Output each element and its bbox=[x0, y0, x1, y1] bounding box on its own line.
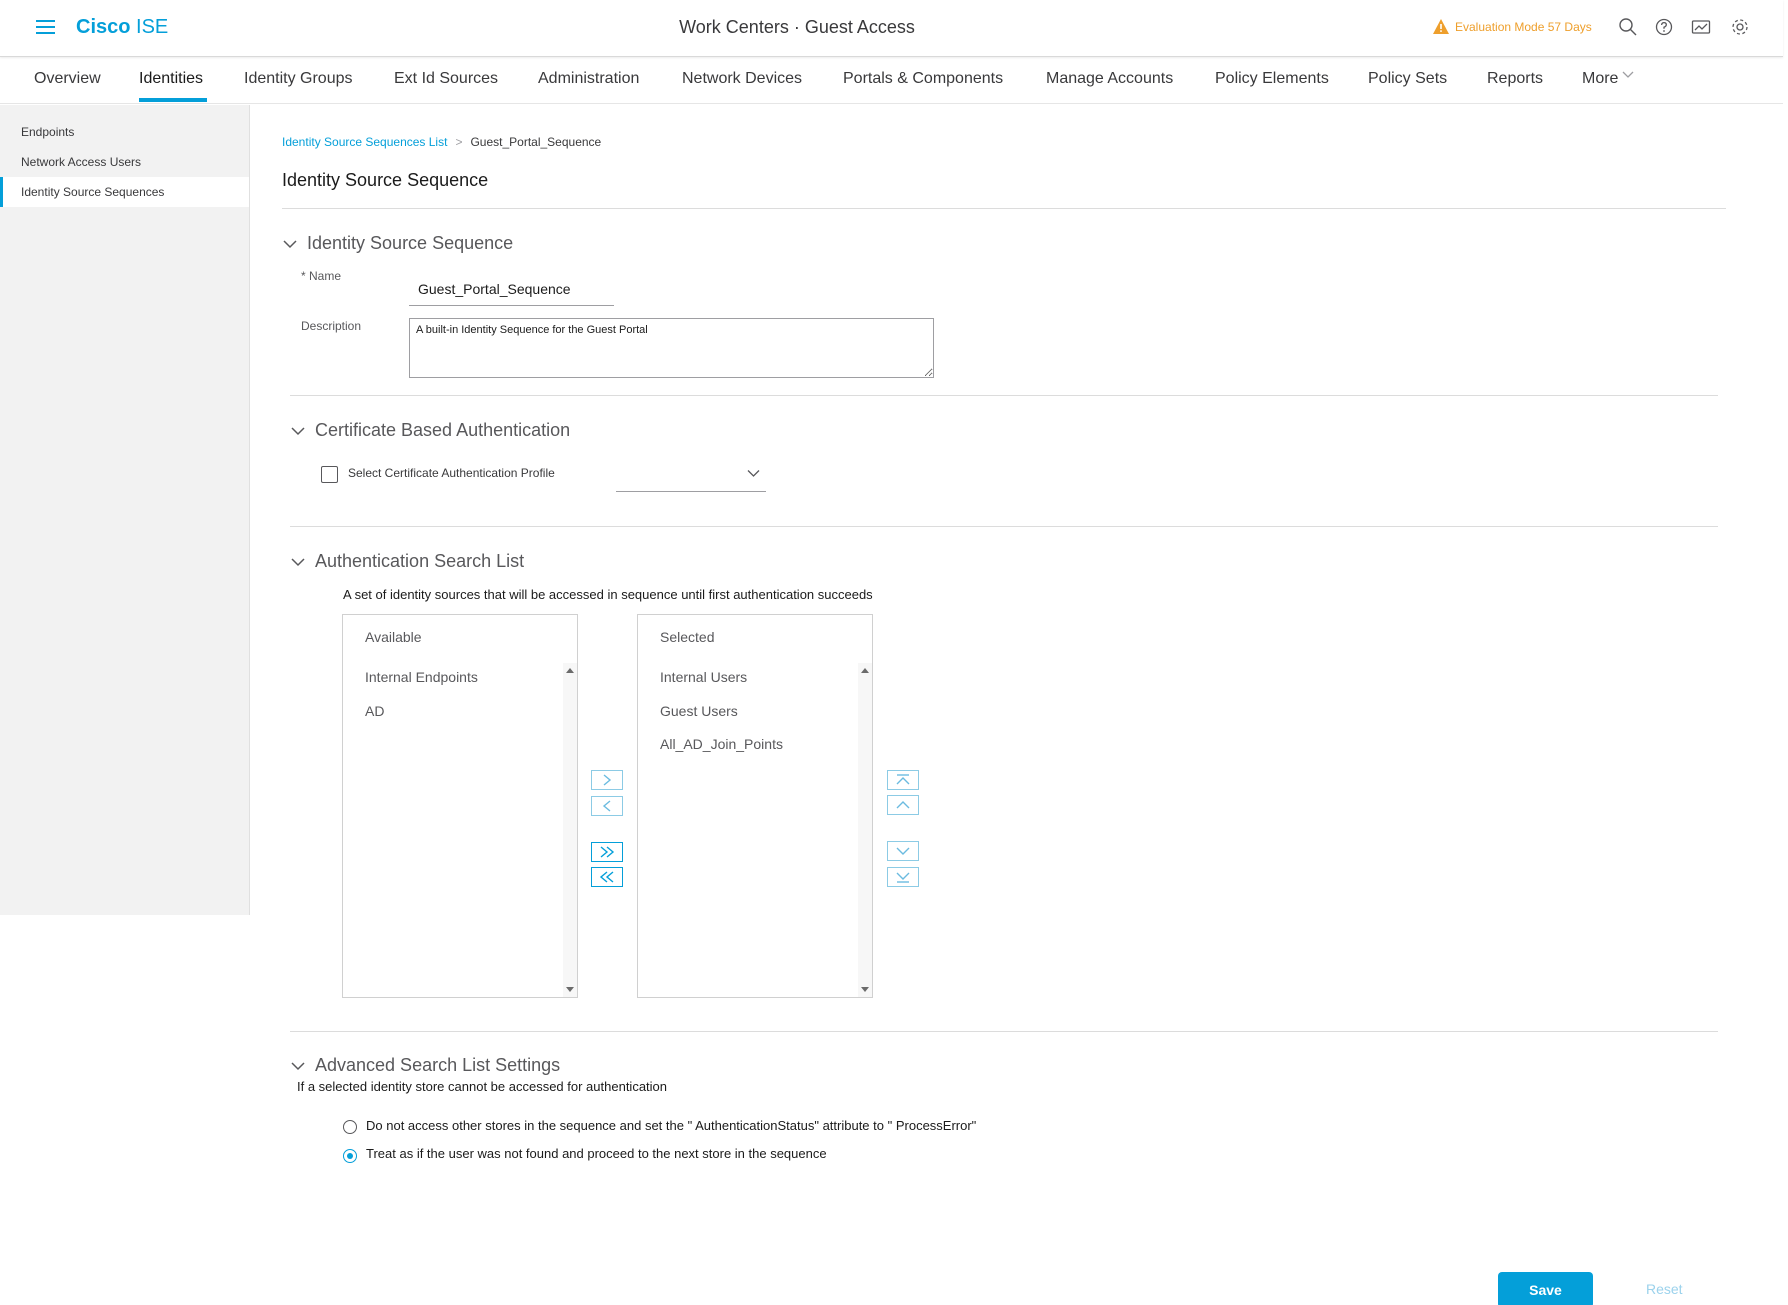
name-label: * Name bbox=[301, 269, 342, 283]
selected-list-title: Selected bbox=[660, 629, 715, 645]
chevron-up-icon bbox=[896, 801, 910, 809]
tab-overview[interactable]: Overview bbox=[34, 70, 101, 88]
header-title: Work Centers · Guest Access bbox=[679, 17, 915, 37]
active-tab-indicator bbox=[139, 98, 207, 102]
move-top-icon bbox=[896, 774, 910, 785]
tab-policy-elements[interactable]: Policy Elements bbox=[1215, 70, 1329, 88]
tab-network-devices[interactable]: Network Devices bbox=[682, 70, 802, 88]
chevron-down-icon[interactable] bbox=[1622, 70, 1634, 80]
chevron-down-icon bbox=[283, 239, 297, 248]
tab-portals-components[interactable]: Portals & Components bbox=[843, 70, 1003, 88]
breadcrumb-separator: > bbox=[455, 135, 463, 149]
cert-profile-select[interactable] bbox=[616, 459, 766, 492]
notifications-icon[interactable] bbox=[1691, 17, 1711, 37]
tab-administration[interactable]: Administration bbox=[538, 70, 639, 88]
title-divider bbox=[282, 208, 1726, 209]
list-item[interactable]: All_AD_Join_Points bbox=[660, 736, 783, 752]
list-item[interactable]: AD bbox=[365, 703, 384, 719]
selected-list[interactable]: Selected Internal Users Guest Users All_… bbox=[637, 614, 873, 998]
description-field[interactable]: A built-in Identity Sequence for the Gue… bbox=[409, 318, 934, 378]
radio-process-error[interactable] bbox=[343, 1120, 357, 1134]
list-item[interactable]: Internal Users bbox=[660, 669, 747, 685]
page-title: Identity Source Sequence bbox=[282, 170, 489, 190]
section-divider bbox=[290, 1031, 1718, 1032]
evaluation-text: Evaluation Mode 57 Days bbox=[1455, 19, 1592, 34]
cert-profile-checkbox[interactable] bbox=[321, 466, 338, 483]
section-identity-toggle[interactable]: Identity Source Sequence bbox=[283, 233, 513, 254]
section-identity-title: Identity Source Sequence bbox=[307, 233, 514, 253]
section-divider bbox=[290, 395, 1718, 396]
tab-identities[interactable]: Identities bbox=[139, 70, 203, 88]
scroll-up-arrow-icon[interactable] bbox=[566, 668, 574, 673]
tab-identity-groups[interactable]: Identity Groups bbox=[244, 70, 353, 88]
move-to-bottom-button[interactable] bbox=[887, 867, 919, 887]
tab-more[interactable]: More bbox=[1582, 70, 1618, 88]
scroll-up-arrow-icon[interactable] bbox=[861, 668, 869, 673]
breadcrumb-link[interactable]: Identity Source Sequences List bbox=[282, 135, 447, 149]
reset-button[interactable]: Reset bbox=[1646, 1281, 1683, 1297]
breadcrumb: Identity Source Sequences List > Guest_P… bbox=[282, 135, 601, 149]
double-chevron-right-icon bbox=[600, 846, 615, 858]
move-all-right-button[interactable] bbox=[591, 842, 623, 862]
tab-ext-id-sources[interactable]: Ext Id Sources bbox=[394, 70, 498, 88]
main-nav: Overview Identities Identity Groups Ext … bbox=[0, 58, 1783, 104]
sidebar: Endpoints Network Access Users Identity … bbox=[0, 105, 250, 915]
section-cert-title: Certificate Based Authentication bbox=[315, 420, 571, 440]
scroll-down-arrow-icon[interactable] bbox=[566, 987, 574, 992]
save-button[interactable]: Save bbox=[1498, 1272, 1593, 1305]
section-advanced-title: Advanced Search List Settings bbox=[315, 1055, 561, 1075]
section-divider bbox=[290, 526, 1718, 527]
move-up-button[interactable] bbox=[887, 795, 919, 815]
tab-manage-accounts[interactable]: Manage Accounts bbox=[1046, 70, 1173, 88]
sidebar-item-identity-source-sequences[interactable]: Identity Source Sequences bbox=[0, 177, 249, 207]
radio-user-not-found[interactable] bbox=[343, 1149, 357, 1163]
chevron-down-icon bbox=[291, 426, 305, 435]
chevron-down-icon bbox=[747, 470, 760, 477]
move-bottom-icon bbox=[896, 872, 910, 883]
section-search-title: Authentication Search List bbox=[315, 551, 525, 571]
name-input[interactable] bbox=[409, 272, 614, 306]
available-list[interactable]: Available Internal Endpoints AD bbox=[342, 614, 578, 998]
sidebar-item-endpoints[interactable]: Endpoints bbox=[0, 117, 249, 147]
move-right-button[interactable] bbox=[591, 770, 623, 790]
scrollbar[interactable] bbox=[563, 663, 577, 997]
search-icon[interactable] bbox=[1618, 17, 1638, 37]
help-icon[interactable] bbox=[1654, 17, 1674, 37]
description-label: Description bbox=[301, 319, 362, 333]
chevron-down-icon bbox=[291, 557, 305, 566]
search-list-description: A set of identity sources that will be a… bbox=[343, 587, 873, 602]
chevron-left-icon bbox=[602, 800, 611, 812]
section-cert-toggle[interactable]: Certificate Based Authentication bbox=[291, 420, 570, 441]
section-search-toggle[interactable]: Authentication Search List bbox=[291, 551, 524, 572]
radio-process-error-label: Do not access other stores in the sequen… bbox=[366, 1118, 977, 1133]
warning-icon bbox=[1433, 19, 1449, 34]
settings-icon[interactable] bbox=[1730, 17, 1750, 37]
tab-reports[interactable]: Reports bbox=[1487, 70, 1543, 88]
available-list-title: Available bbox=[365, 629, 422, 645]
sidebar-item-network-access-users[interactable]: Network Access Users bbox=[0, 147, 249, 177]
list-item[interactable]: Guest Users bbox=[660, 703, 738, 719]
evaluation-badge[interactable]: Evaluation Mode 57 Days bbox=[1433, 19, 1592, 34]
move-all-left-button[interactable] bbox=[591, 867, 623, 887]
tab-policy-sets[interactable]: Policy Sets bbox=[1368, 70, 1447, 88]
chevron-down-icon bbox=[291, 1061, 305, 1070]
top-header: Cisco ISE Work Centers · Guest Access Ev… bbox=[0, 0, 1783, 57]
move-down-button[interactable] bbox=[887, 841, 919, 861]
move-to-top-button[interactable] bbox=[887, 770, 919, 790]
move-left-button[interactable] bbox=[591, 796, 623, 816]
scrollbar[interactable] bbox=[858, 663, 872, 997]
cert-profile-label: Select Certificate Authentication Profil… bbox=[348, 466, 555, 480]
scroll-down-arrow-icon[interactable] bbox=[861, 987, 869, 992]
radio-user-not-found-label: Treat as if the user was not found and p… bbox=[366, 1146, 827, 1161]
section-advanced-toggle[interactable]: Advanced Search List Settings bbox=[291, 1055, 560, 1076]
breadcrumb-current: Guest_Portal_Sequence bbox=[470, 135, 602, 149]
chevron-down-icon bbox=[896, 847, 910, 855]
chevron-right-icon bbox=[603, 774, 612, 786]
double-chevron-left-icon bbox=[599, 871, 614, 883]
advanced-subtitle: If a selected identity store cannot be a… bbox=[297, 1079, 668, 1094]
list-item[interactable]: Internal Endpoints bbox=[365, 669, 478, 685]
